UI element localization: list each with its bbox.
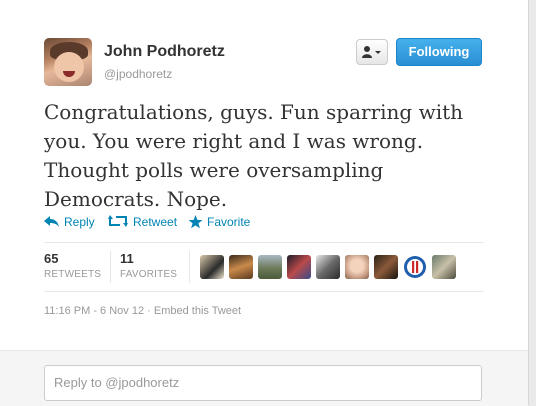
reply-footer — [0, 350, 528, 406]
favoriter-avatar[interactable] — [258, 255, 282, 279]
meta-separator: · — [144, 305, 154, 317]
author-avatar[interactable] — [44, 38, 92, 86]
stats-divider — [189, 251, 190, 283]
tweet-text: Congratulations, guys. Fun sparring with… — [44, 100, 464, 211]
author-handle[interactable]: @jpodhoretz — [104, 67, 172, 81]
reply-arrow-icon — [44, 216, 59, 227]
favorite-action[interactable]: Favorite — [188, 214, 258, 230]
person-with-dropdown-icon — [362, 46, 381, 58]
retweet-label: Retweet — [133, 215, 178, 229]
favorite-label: Favorite — [207, 215, 251, 229]
democrat-logo-icon — [404, 256, 426, 278]
favorites-count: 11 — [120, 251, 134, 266]
tweet-card: John Podhoretz @jpodhoretz Following Con… — [0, 0, 529, 406]
favoriter-avatar[interactable] — [200, 255, 224, 279]
reply-input[interactable] — [45, 366, 454, 398]
author-name[interactable]: John Podhoretz — [104, 43, 225, 61]
retweets-count: 65 — [44, 251, 59, 266]
favoriter-avatar[interactable] — [374, 255, 398, 279]
retweets-label: RETWEETS — [44, 269, 102, 280]
favoriter-avatar[interactable] — [345, 255, 369, 279]
favoriter-avatar[interactable] — [316, 255, 340, 279]
favorites-label: FAVORITES — [120, 269, 178, 280]
retweet-icon — [108, 215, 128, 227]
reply-label: Reply — [64, 215, 95, 229]
following-button[interactable]: Following — [396, 38, 482, 66]
favoriter-avatar[interactable] — [229, 255, 253, 279]
tweet-meta: 11:16 PM - 6 Nov 12 · Embed this Tweet — [44, 305, 241, 317]
tweet-stats: 65 RETWEETS 11 FAVORITES — [44, 242, 484, 292]
tweet-timestamp[interactable]: 11:16 PM - 6 Nov 12 — [44, 305, 144, 317]
favoriter-avatar[interactable] — [287, 255, 311, 279]
favorites-stat[interactable]: 11 FAVORITES — [120, 251, 177, 280]
stats-divider — [110, 251, 111, 283]
reply-action[interactable]: Reply — [44, 214, 96, 230]
retweet-action[interactable]: Retweet — [108, 214, 178, 230]
user-actions-dropdown-button[interactable] — [356, 39, 388, 65]
favoriter-avatar[interactable] — [432, 255, 456, 279]
embed-tweet-link[interactable]: Embed this Tweet — [154, 305, 241, 317]
retweets-stat[interactable]: 65 RETWEETS — [44, 251, 101, 280]
reply-box[interactable] — [44, 365, 482, 401]
favoriter-avatar[interactable] — [403, 255, 427, 279]
star-icon — [188, 215, 203, 229]
